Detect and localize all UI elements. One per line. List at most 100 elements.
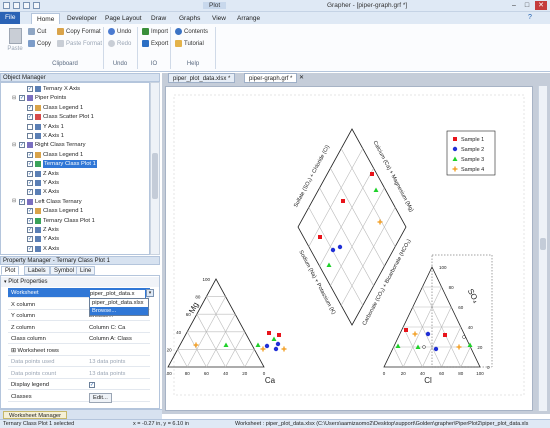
visibility-checkbox[interactable]: ✓ (27, 189, 33, 196)
close-tab-icon[interactable]: ✕ (299, 74, 304, 81)
minimize-button[interactable]: – (508, 1, 520, 10)
tab-arrange[interactable]: Arrange (232, 13, 265, 24)
tree-item[interactable]: ✓ Ternary Class Plot 1 (20, 160, 97, 169)
property-row[interactable]: Data points used 13 data points (8, 357, 150, 367)
visibility-checkbox[interactable]: ✓ (27, 236, 33, 243)
tab-home[interactable]: Home (31, 13, 61, 24)
tab-plot[interactable]: Plot (1, 266, 20, 275)
tab-symbol[interactable]: Symbol (50, 266, 79, 275)
property-row[interactable]: Class column Column A: Class (8, 334, 150, 344)
close-button[interactable]: ✕ (535, 1, 547, 10)
collapse-icon[interactable]: ⊟ (12, 142, 17, 148)
display-legend-checkbox[interactable]: ✓ (89, 382, 95, 388)
property-value[interactable]: ✓ (89, 380, 95, 390)
tab-graphs[interactable]: Graphs (174, 13, 205, 24)
tab-page-layout[interactable]: Page Layout (100, 13, 147, 24)
visibility-checkbox[interactable]: ✓ (27, 114, 33, 121)
property-value[interactable]: 13 data points (89, 369, 125, 379)
document-scrollbar[interactable] (538, 86, 547, 411)
visibility-checkbox[interactable]: ✓ (27, 170, 33, 177)
tree-item[interactable]: ✓ Y Axis (20, 235, 59, 243)
object-manager-scrollbar[interactable] (150, 82, 160, 255)
file-menu[interactable]: File (0, 12, 21, 24)
visibility-checkbox[interactable]: ✓ (19, 95, 25, 102)
visibility-checkbox[interactable]: ✓ (27, 86, 33, 92)
tree-item[interactable]: X Axis 1 (20, 132, 64, 140)
visibility-checkbox[interactable] (27, 133, 33, 139)
help-icon[interactable]: ? (528, 14, 532, 21)
tree-item[interactable]: ✓ Z Axis (20, 170, 59, 178)
visibility-checkbox[interactable]: ✓ (27, 104, 33, 111)
paste-button[interactable]: Paste (5, 27, 25, 59)
visibility-checkbox[interactable]: ✓ (27, 227, 33, 233)
property-row[interactable]: Z column Column C: Ca (8, 323, 150, 333)
tree-item[interactable]: ✓ Ternary X Axis (20, 85, 80, 93)
export-button[interactable]: Export (142, 40, 168, 47)
visibility-checkbox[interactable]: ✓ (19, 142, 25, 149)
dropdown-option[interactable]: Browse... (90, 307, 148, 315)
property-row[interactable]: ⊞ Worksheet rows (8, 346, 150, 356)
tree-item[interactable]: ✓ Class Legend 1 (20, 104, 83, 112)
tree-item[interactable]: ✓ X Axis (20, 188, 59, 196)
property-row[interactable]: Worksheet piper_plot_data.x ▾ (8, 288, 154, 299)
tab-labels[interactable]: Labels (24, 266, 50, 275)
tutorial-button[interactable]: Tutorial (175, 40, 204, 47)
visibility-checkbox[interactable]: ✓ (27, 245, 33, 252)
visibility-checkbox[interactable] (27, 123, 33, 130)
collapse-icon[interactable]: ⊟ (12, 95, 17, 101)
tab-piper-graph[interactable]: piper-graph.grf * (244, 73, 298, 83)
property-row[interactable]: Data points count 13 data points (8, 369, 150, 379)
tree-item[interactable]: ✓ Class Legend 1 (20, 207, 83, 215)
maximize-button[interactable]: □ (521, 1, 533, 10)
property-row[interactable]: Display legend ✓ (8, 380, 150, 390)
tree-item[interactable]: ✓ Class Scatter Plot 1 (20, 113, 94, 121)
new-icon[interactable] (33, 2, 40, 9)
tab-piper-plot-data[interactable]: piper_plot_data.xlsx * (168, 73, 236, 83)
worksheet-dropdown-list[interactable]: piper_plot_data.xlsx Browse... (89, 298, 149, 316)
tree-item[interactable]: ✓ X Axis (20, 245, 59, 253)
dropdown-option[interactable]: piper_plot_data.xlsx (90, 299, 148, 307)
tree-item[interactable]: ⊟ ✓ Left Class Ternary (12, 198, 82, 206)
property-value[interactable]: Edit... (89, 392, 112, 403)
visibility-checkbox[interactable]: ✓ (27, 217, 33, 224)
plot-properties-section[interactable]: ▾ Plot Properties (1, 277, 159, 287)
import-button[interactable]: Import (142, 28, 168, 35)
save-icon[interactable] (13, 2, 20, 9)
redo-button[interactable]: Redo (108, 40, 131, 47)
tree-item[interactable]: ✓ Class Legend 1 (20, 151, 83, 159)
collapse-icon[interactable]: ⊟ (12, 199, 17, 204)
tree-item[interactable]: ✓ Y Axis (20, 179, 59, 187)
open-icon[interactable] (23, 2, 30, 9)
cut-button[interactable]: Cut (28, 28, 46, 35)
property-value[interactable]: 13 data points (89, 357, 125, 367)
visibility-checkbox[interactable]: ✓ (27, 180, 33, 186)
tree-item[interactable]: ⊟ ✓ Piper Points (12, 94, 66, 102)
worksheet-manager-tab[interactable]: Worksheet Manager (3, 411, 68, 419)
property-row[interactable]: Classes Edit... (8, 392, 150, 403)
paste-format-button[interactable]: Paste Format (57, 40, 102, 47)
piper-diagram[interactable]: 1001000100808020806060406040406040202080… (159, 87, 534, 412)
dropdown-arrow-icon[interactable]: ▾ (146, 289, 154, 297)
tab-developer[interactable]: Developer (62, 13, 102, 24)
contents-button[interactable]: Contents (175, 28, 208, 35)
property-value[interactable]: Column A: Class (89, 334, 132, 344)
tab-view[interactable]: View (207, 13, 231, 24)
undo-button[interactable]: Undo (108, 28, 131, 35)
copy-button[interactable]: Copy (28, 40, 51, 47)
scrollbar-thumb[interactable] (152, 153, 158, 199)
visibility-checkbox[interactable]: ✓ (27, 151, 33, 158)
open-marker (462, 335, 466, 339)
tab-draw[interactable]: Draw (146, 13, 171, 24)
app-icon[interactable] (3, 2, 10, 9)
visibility-checkbox[interactable]: ✓ (19, 198, 25, 205)
scrollbar-thumb[interactable] (540, 238, 546, 250)
tree-item[interactable]: Y Axis 1 (20, 123, 64, 131)
visibility-checkbox[interactable]: ✓ (27, 208, 33, 215)
visibility-checkbox[interactable]: ✓ (27, 161, 33, 168)
copy-format-button[interactable]: Copy Format (57, 28, 101, 35)
tab-line[interactable]: Line (76, 266, 96, 275)
property-value[interactable]: Column C: Ca (89, 323, 125, 333)
tree-item[interactable]: ✓ Ternary Class Plot 1 (20, 217, 95, 225)
tree-item[interactable]: ✓ Z Axis (20, 226, 59, 234)
tree-item[interactable]: ⊟ ✓ Right Class Ternary (12, 141, 85, 149)
